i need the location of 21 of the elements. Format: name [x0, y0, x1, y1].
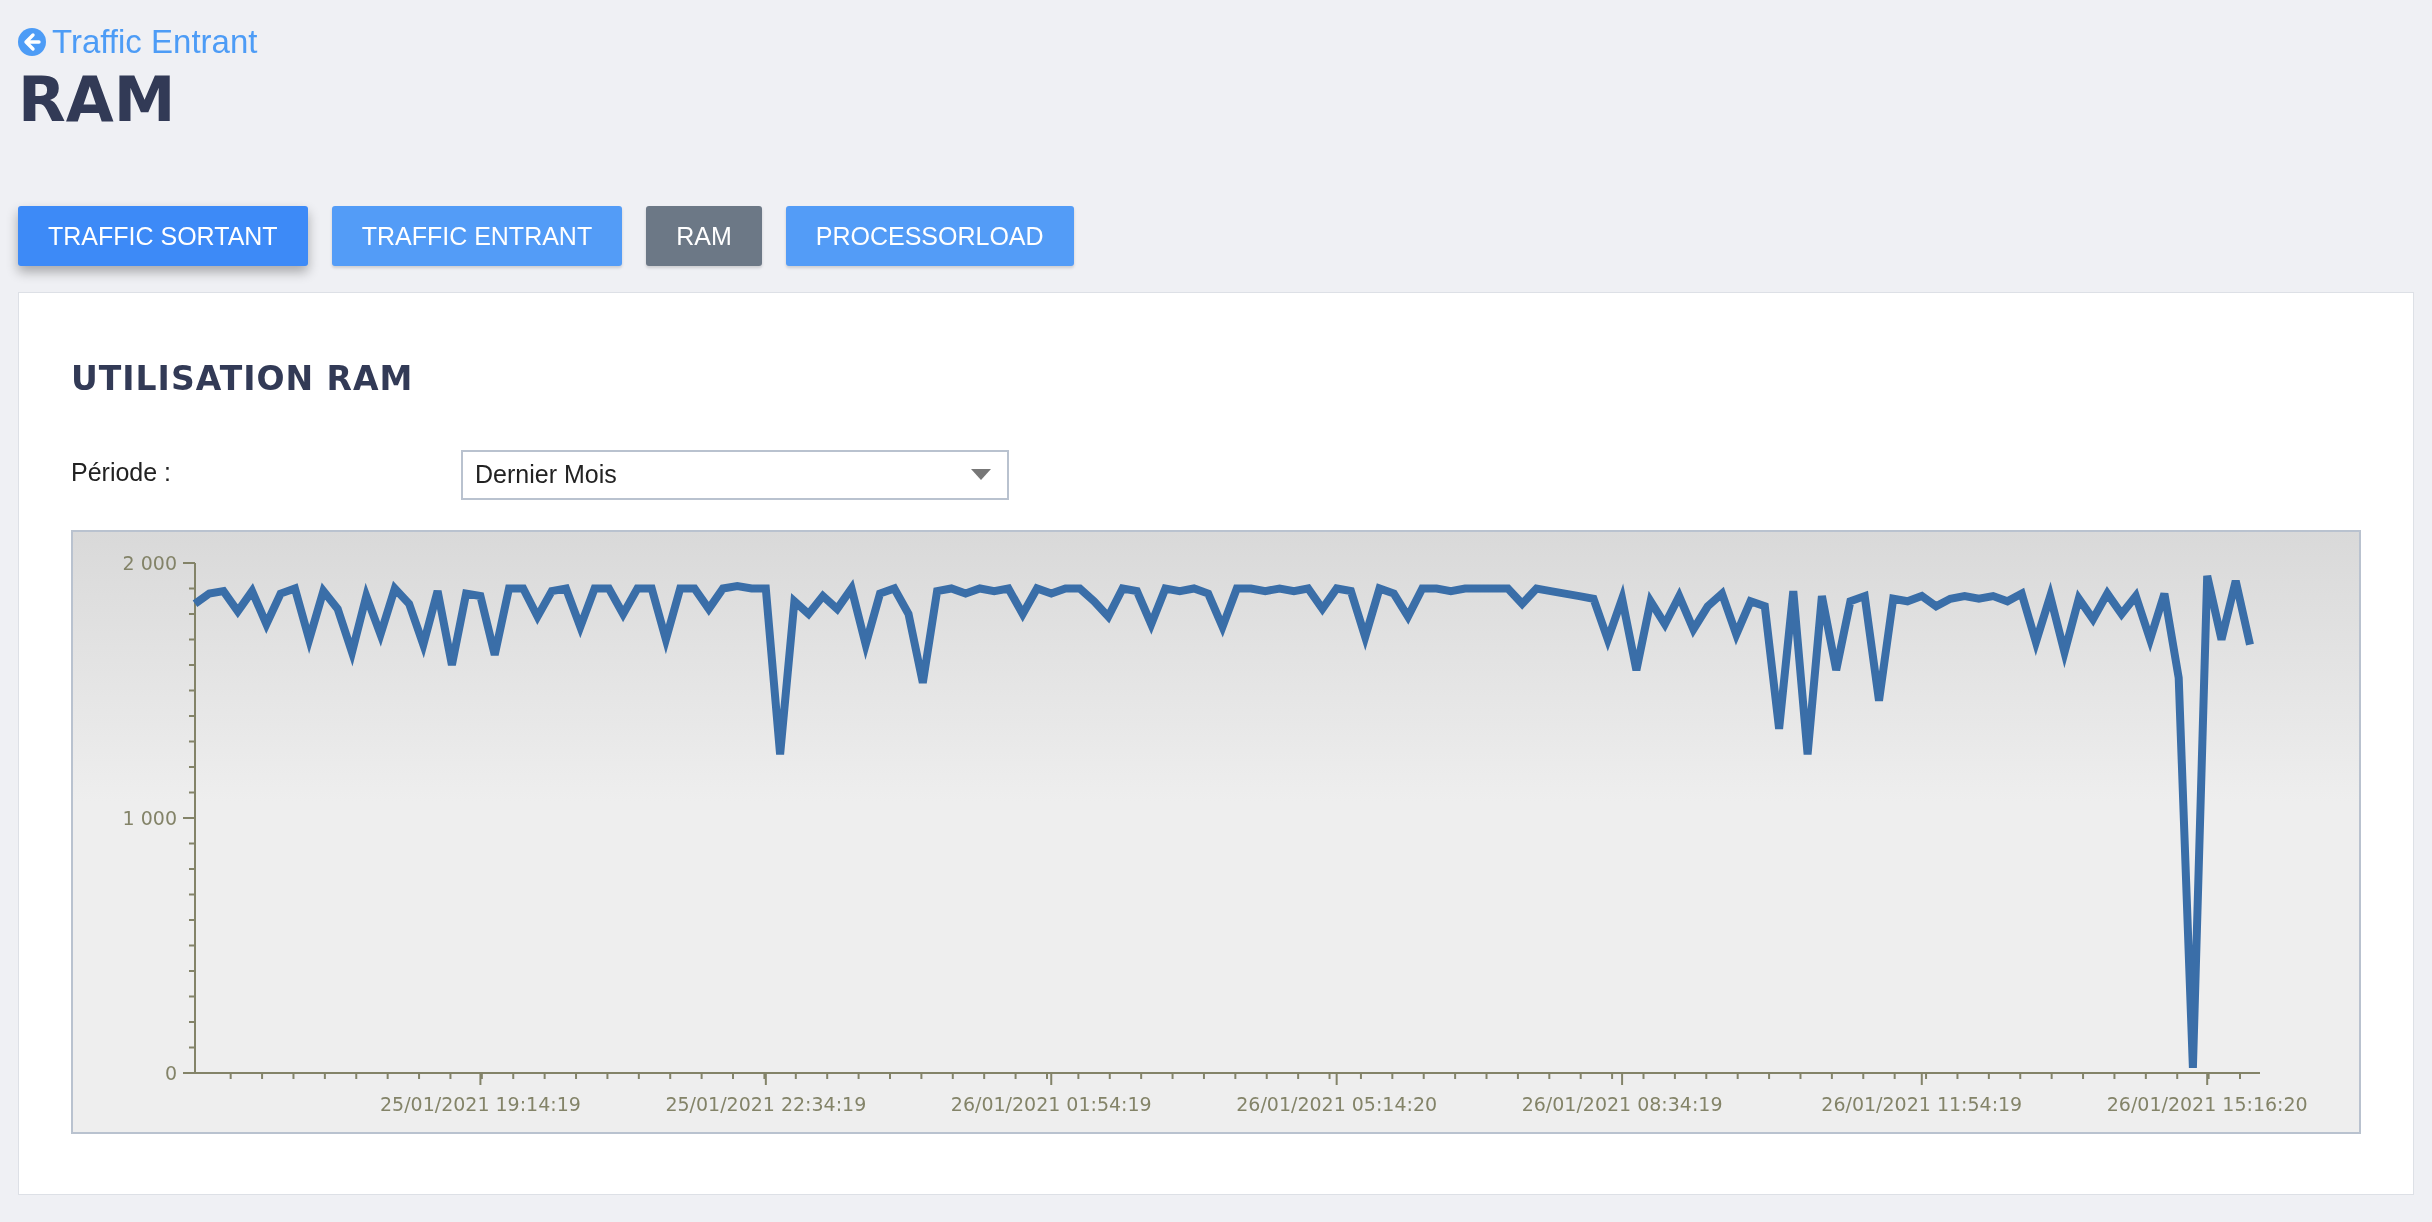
panel-title: UTILISATION RAM: [71, 358, 415, 399]
period-label: Période :: [71, 457, 173, 489]
y-tick-label: 1 000: [122, 807, 177, 830]
x-tick-label: 26/01/2021 08:34:19: [1521, 1093, 1723, 1116]
page-title: RAM: [18, 63, 177, 138]
back-link[interactable]: Traffic Entrant: [18, 24, 258, 61]
caret-icon: [971, 469, 991, 481]
x-tick-label: 26/01/2021 15:16:20: [2106, 1093, 2308, 1116]
tab-button[interactable]: TRAFFIC ENTRANT: [331, 205, 623, 266]
tab-button[interactable]: RAM: [646, 205, 762, 266]
y-tick-label: 2 000: [122, 552, 177, 575]
tab-button[interactable]: PROCESSORLOAD: [785, 205, 1074, 266]
x-tick-label: 26/01/2021 05:14:20: [1236, 1093, 1438, 1116]
x-tick-label: 25/01/2021 22:34:19: [665, 1093, 867, 1116]
arrow-left-circle-icon: [18, 28, 46, 57]
x-tick-label: 26/01/2021 01:54:19: [950, 1093, 1152, 1116]
y-tick-label: 0: [164, 1062, 177, 1085]
x-tick-label: 25/01/2021 19:14:19: [379, 1093, 581, 1116]
x-tick-label: 26/01/2021 11:54:19: [1821, 1093, 2023, 1116]
tab-button[interactable]: TRAFFIC SORTANT: [18, 205, 308, 266]
period-select[interactable]: Dernier Mois: [461, 450, 1009, 501]
